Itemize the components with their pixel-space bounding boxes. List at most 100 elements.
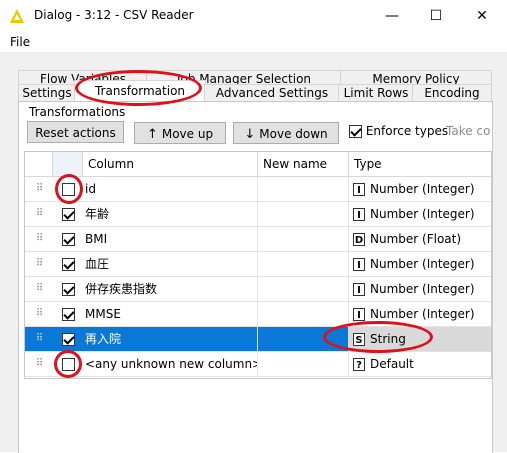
row-checkbox-cell: [53, 227, 83, 251]
row-new-name-field[interactable]: [258, 202, 349, 226]
row-column-name: <any unknown new column>: [83, 352, 258, 376]
arrow-down-icon: ↓: [244, 127, 256, 142]
row-type-selector[interactable]: I Number (Integer): [349, 202, 491, 226]
tab-settings[interactable]: Settings: [18, 84, 76, 102]
row-type-selector[interactable]: I Number (Integer): [349, 177, 491, 201]
enforce-types-label: Enforce types: [365, 124, 449, 138]
row-type-selector[interactable]: I Number (Integer): [349, 302, 491, 326]
row-column-name: MMSE: [83, 302, 258, 326]
type-icon: I: [353, 208, 365, 221]
row-drag-handle-icon[interactable]: ⠿: [25, 277, 53, 301]
header-column[interactable]: Column: [83, 152, 258, 176]
row-include-checkbox[interactable]: [61, 333, 75, 346]
row-column-name: 再入院: [83, 327, 258, 351]
header-grip: [25, 152, 53, 176]
row-column-name: BMI: [83, 227, 258, 251]
row-include-checkbox[interactable]: [61, 233, 75, 246]
row-checkbox-cell: [53, 252, 83, 276]
row-type-selector[interactable]: D Number (Float): [349, 227, 491, 251]
knime-app-icon: [10, 9, 24, 23]
row-drag-handle-icon[interactable]: ⠿: [25, 302, 53, 326]
row-drag-handle-icon[interactable]: ⠿: [25, 227, 53, 251]
row-checkbox-cell: [53, 277, 83, 301]
row-checkbox-cell: [53, 352, 83, 376]
maximize-button[interactable]: ☐: [413, 0, 459, 32]
row-type-label: Number (Integer): [370, 282, 475, 296]
reset-actions-label: Reset actions: [35, 126, 116, 140]
enforce-types-checkbox[interactable]: [349, 125, 362, 138]
row-checkbox-cell: [53, 202, 83, 226]
row-include-checkbox[interactable]: [61, 283, 75, 296]
arrow-up-icon: ↑: [146, 127, 158, 142]
header-checkbox[interactable]: [53, 152, 83, 176]
type-icon: I: [353, 183, 365, 196]
transformations-group-label: Transformations: [27, 105, 128, 119]
row-new-name-field[interactable]: [258, 352, 349, 376]
row-type-label: String: [370, 332, 406, 346]
table-row[interactable]: ⠿ <any unknown new column>? Default: [25, 352, 491, 377]
move-up-button[interactable]: ↑ Move up: [134, 122, 226, 144]
row-new-name-field[interactable]: [258, 302, 349, 326]
type-icon: I: [353, 283, 365, 296]
table-row[interactable]: ⠿ BMI D Number (Float): [25, 227, 491, 252]
row-type-label: Number (Float): [370, 232, 462, 246]
row-new-name-field[interactable]: [258, 227, 349, 251]
row-include-checkbox[interactable]: [61, 208, 75, 221]
row-new-name-field[interactable]: [258, 327, 349, 351]
table-row[interactable]: ⠿ id I Number (Integer): [25, 177, 491, 202]
tab-advanced-settings[interactable]: Advanced Settings: [204, 84, 340, 102]
row-checkbox-cell: [53, 177, 83, 201]
row-column-name: 年齢: [83, 202, 258, 226]
row-new-name-field[interactable]: [258, 177, 349, 201]
move-down-button[interactable]: ↓ Move down: [233, 122, 339, 144]
tab-transformation[interactable]: Transformation: [74, 80, 206, 102]
row-type-selector[interactable]: I Number (Integer): [349, 277, 491, 301]
type-icon: I: [353, 308, 365, 321]
table-row[interactable]: ⠿ 血圧 I Number (Integer): [25, 252, 491, 277]
type-icon: D: [353, 233, 365, 246]
row-type-selector[interactable]: ? Default: [349, 352, 491, 376]
header-new-name[interactable]: New name: [258, 152, 349, 176]
title-bar: Dialog - 3:12 - CSV Reader — ☐ ✕: [0, 0, 507, 32]
row-type-selector[interactable]: I Number (Integer): [349, 252, 491, 276]
menu-bar: File: [0, 32, 507, 53]
move-down-label: Move down: [259, 127, 328, 141]
type-icon: S: [353, 333, 365, 346]
transformation-table: Column New name Type ⠿ id I Number (Integer…: [24, 151, 492, 379]
row-column-name: 血圧: [83, 252, 258, 276]
type-icon: ?: [353, 358, 365, 371]
row-type-selector[interactable]: S String: [349, 327, 491, 351]
row-column-name: id: [83, 177, 258, 201]
take-columns-label[interactable]: Take col: [446, 124, 490, 138]
row-include-checkbox[interactable]: [61, 183, 75, 196]
row-type-label: Number (Integer): [370, 257, 475, 271]
row-checkbox-cell: [53, 327, 83, 351]
close-button[interactable]: ✕: [459, 0, 505, 32]
row-drag-handle-icon[interactable]: ⠿: [25, 327, 53, 351]
row-new-name-field[interactable]: [258, 277, 349, 301]
row-drag-handle-icon[interactable]: ⠿: [25, 202, 53, 226]
menu-file[interactable]: File: [10, 35, 30, 49]
tab-encoding[interactable]: Encoding: [412, 84, 492, 102]
table-row[interactable]: ⠿ 年齢 I Number (Integer): [25, 202, 491, 227]
row-include-checkbox[interactable]: [61, 258, 75, 271]
table-header: Column New name Type: [25, 152, 491, 177]
row-drag-handle-icon[interactable]: ⠿: [25, 352, 53, 376]
row-drag-handle-icon[interactable]: ⠿: [25, 252, 53, 276]
enforce-types-option[interactable]: Enforce types: [349, 124, 448, 138]
row-type-label: Default: [370, 357, 414, 371]
row-type-label: Number (Integer): [370, 207, 475, 221]
table-row[interactable]: ⠿ MMSE I Number (Integer): [25, 302, 491, 327]
reset-actions-button[interactable]: Reset actions: [27, 121, 124, 143]
tab-limit-rows[interactable]: Limit Rows: [338, 84, 414, 102]
table-row[interactable]: ⠿ 併存疾患指数 I Number (Integer): [25, 277, 491, 302]
row-include-checkbox[interactable]: [61, 308, 75, 321]
table-row[interactable]: ⠿ 再入院 S String: [25, 327, 491, 352]
row-include-checkbox[interactable]: [61, 358, 75, 371]
row-checkbox-cell: [53, 302, 83, 326]
type-icon: I: [353, 258, 365, 271]
row-new-name-field[interactable]: [258, 252, 349, 276]
row-drag-handle-icon[interactable]: ⠿: [25, 177, 53, 201]
minimize-button[interactable]: —: [369, 0, 415, 32]
header-type[interactable]: Type: [349, 152, 491, 176]
